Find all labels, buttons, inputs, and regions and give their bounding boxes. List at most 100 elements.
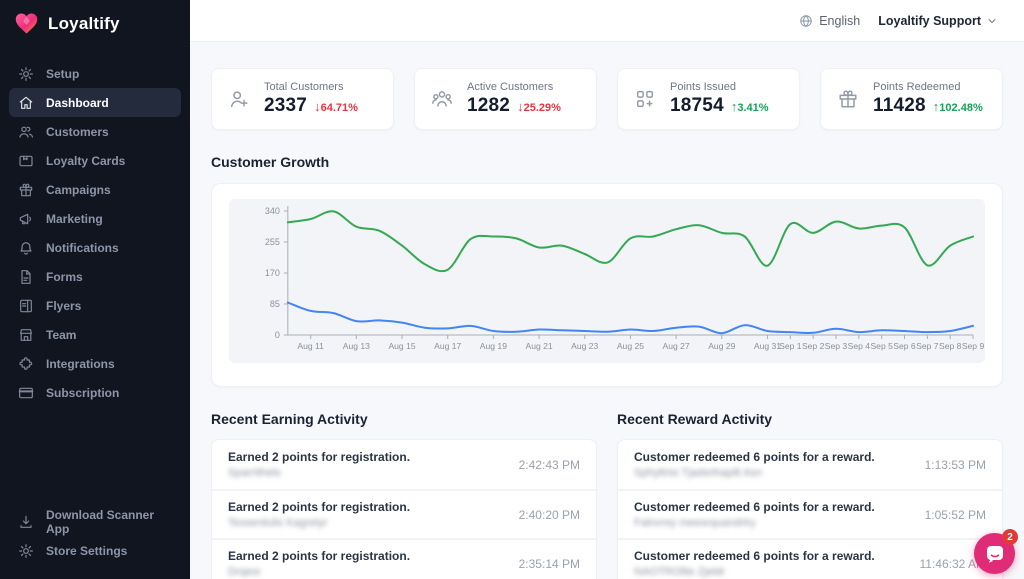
svg-text:Sep 3: Sep 3 bbox=[825, 341, 848, 351]
activity-timestamp: 2:40:20 PM bbox=[511, 508, 580, 522]
stat-label: Points Redeemed bbox=[873, 81, 983, 93]
sidebar-item-campaigns[interactable]: Campaigns bbox=[9, 175, 181, 204]
svg-text:Sep 1: Sep 1 bbox=[779, 341, 802, 351]
sidebar-item-label: Store Settings bbox=[46, 544, 127, 558]
activity-timestamp: 1:05:52 PM bbox=[917, 508, 986, 522]
stat-card-active-customers: Active Customers 1282 ↓25.29% bbox=[414, 68, 597, 130]
stat-label: Active Customers bbox=[467, 81, 561, 93]
storefront-icon bbox=[18, 327, 34, 343]
download-icon bbox=[18, 514, 34, 530]
credit-card-icon bbox=[18, 385, 34, 401]
sidebar-item-label: Integrations bbox=[46, 357, 115, 371]
sidebar-item-customers[interactable]: Customers bbox=[9, 117, 181, 146]
gear-icon bbox=[18, 66, 34, 82]
svg-text:Aug 19: Aug 19 bbox=[480, 341, 507, 351]
activity-title: Earned 2 points for registration. bbox=[228, 500, 410, 514]
svg-text:Sep 5: Sep 5 bbox=[870, 341, 893, 351]
sidebar-footer: Download Scanner App Store Settings bbox=[0, 507, 190, 579]
stats-row: Total Customers 2337 ↓64.71% Active Cust… bbox=[211, 68, 1003, 130]
stat-delta: ↓64.71% bbox=[314, 99, 358, 114]
sidebar-item-notifications[interactable]: Notifications bbox=[9, 233, 181, 262]
topbar: English Loyaltify Support bbox=[190, 0, 1024, 42]
sidebar-item-dashboard[interactable]: Dashboard bbox=[9, 88, 181, 117]
svg-text:Sep 4: Sep 4 bbox=[848, 341, 871, 351]
reward-activity-row: Customer redeemed 6 points for a reward.… bbox=[618, 538, 1002, 579]
svg-text:Sep 8: Sep 8 bbox=[939, 341, 962, 351]
activity-customer-name-blurred: Sparrithels bbox=[228, 467, 410, 479]
sidebar-item-subscription[interactable]: Subscription bbox=[9, 378, 181, 407]
svg-text:0: 0 bbox=[275, 330, 280, 340]
activity-timestamp: 2:35:14 PM bbox=[511, 557, 580, 571]
stat-card-total-customers: Total Customers 2337 ↓64.71% bbox=[211, 68, 394, 130]
chevron-down-icon bbox=[986, 15, 998, 27]
svg-text:Sep 9: Sep 9 bbox=[962, 341, 985, 351]
sidebar-item-integrations[interactable]: Integrations bbox=[9, 349, 181, 378]
stat-card-points-redeemed: Points Redeemed 11428 ↑102.48% bbox=[820, 68, 1003, 130]
svg-text:Aug 23: Aug 23 bbox=[571, 341, 598, 351]
activity-title: Earned 2 points for registration. bbox=[228, 450, 410, 464]
stat-delta: ↓25.29% bbox=[517, 99, 561, 114]
sidebar-item-flyers[interactable]: Flyers bbox=[9, 291, 181, 320]
sidebar-item-team[interactable]: Team bbox=[9, 320, 181, 349]
earning-activity-list: Earned 2 points for registration. Sparrit… bbox=[211, 439, 597, 579]
sidebar-item-label: Subscription bbox=[46, 386, 119, 400]
svg-text:85: 85 bbox=[270, 299, 280, 309]
sidebar-item-download-scanner-app[interactable]: Download Scanner App bbox=[9, 507, 181, 536]
brand-logo[interactable]: Loyaltify bbox=[0, 0, 190, 45]
app-window: Loyaltify Setup Dashboard Customers Loya… bbox=[0, 0, 1024, 579]
brand-name: Loyaltify bbox=[48, 14, 120, 34]
sidebar-item-label: Setup bbox=[46, 67, 79, 81]
bell-icon bbox=[18, 240, 34, 256]
svg-text:Aug 29: Aug 29 bbox=[708, 341, 735, 351]
gift-icon bbox=[18, 182, 34, 198]
stat-label: Points Issued bbox=[670, 81, 769, 93]
svg-text:Aug 21: Aug 21 bbox=[525, 341, 552, 351]
dashboard-content: Total Customers 2337 ↓64.71% Active Cust… bbox=[190, 42, 1024, 579]
sidebar-item-label: Notifications bbox=[46, 241, 119, 255]
users-group-icon bbox=[431, 88, 453, 110]
chat-launcher-button[interactable]: 2 bbox=[974, 533, 1015, 574]
sidebar-item-label: Loyalty Cards bbox=[46, 154, 125, 168]
svg-text:Aug 13: Aug 13 bbox=[343, 341, 370, 351]
gift-icon bbox=[837, 88, 859, 110]
sidebar-item-label: Customers bbox=[46, 125, 109, 139]
sidebar-item-loyalty-cards[interactable]: Loyalty Cards bbox=[9, 146, 181, 175]
sidebar-item-setup[interactable]: Setup bbox=[9, 59, 181, 88]
activity-title: Customer redeemed 6 points for a reward. bbox=[634, 549, 875, 563]
activity-customer-name-blurred: Drqesr bbox=[228, 566, 410, 578]
recent-earning-activity-title: Recent Earning Activity bbox=[211, 411, 597, 427]
recent-reward-activity-section: Recent Reward Activity Customer redeemed… bbox=[617, 411, 1003, 579]
sidebar-item-label: Download Scanner App bbox=[46, 508, 172, 536]
account-menu[interactable]: Loyaltify Support bbox=[878, 14, 998, 28]
customer-growth-chart: 085170255340Aug 11Aug 13Aug 15Aug 17Aug … bbox=[229, 199, 985, 363]
svg-text:170: 170 bbox=[265, 268, 280, 278]
language-selector[interactable]: English bbox=[799, 14, 860, 28]
activity-title: Earned 2 points for registration. bbox=[228, 549, 410, 563]
customer-growth-title: Customer Growth bbox=[211, 154, 1003, 170]
puzzle-icon bbox=[18, 356, 34, 372]
earning-activity-row: Earned 2 points for registration.Tesserd… bbox=[212, 489, 596, 538]
document-icon bbox=[18, 269, 34, 285]
sidebar-item-marketing[interactable]: Marketing bbox=[9, 204, 181, 233]
sidebar-item-label: Forms bbox=[46, 270, 83, 284]
gear-icon bbox=[18, 543, 34, 559]
loyalty-card-icon bbox=[18, 153, 34, 169]
svg-text:Sep 7: Sep 7 bbox=[916, 341, 939, 351]
stat-label: Total Customers bbox=[264, 81, 358, 93]
activity-customer-name-blurred: Sphyltrisi Tjadsrihapllt Asn bbox=[634, 467, 875, 479]
apps-plus-icon bbox=[634, 88, 656, 110]
sidebar-item-label: Team bbox=[46, 328, 76, 342]
recent-earning-activity-section: Recent Earning Activity Earned 2 points … bbox=[211, 411, 597, 579]
flyer-icon bbox=[18, 298, 34, 314]
svg-text:Aug 27: Aug 27 bbox=[663, 341, 690, 351]
sidebar-item-label: Campaigns bbox=[46, 183, 111, 197]
activity-customer-name-blurred: Falnvrey meesrquandrlry bbox=[634, 517, 875, 529]
svg-text:Aug 11: Aug 11 bbox=[297, 341, 324, 351]
activity-timestamp: 1:13:53 PM bbox=[917, 458, 986, 472]
users-icon bbox=[18, 124, 34, 140]
sidebar-item-label: Marketing bbox=[46, 212, 103, 226]
sidebar-item-forms[interactable]: Forms bbox=[9, 262, 181, 291]
stat-card-points-issued: Points Issued 18754 ↑3.41% bbox=[617, 68, 800, 130]
sidebar-item-store-settings[interactable]: Store Settings bbox=[9, 536, 181, 565]
user-plus-icon bbox=[228, 88, 250, 110]
